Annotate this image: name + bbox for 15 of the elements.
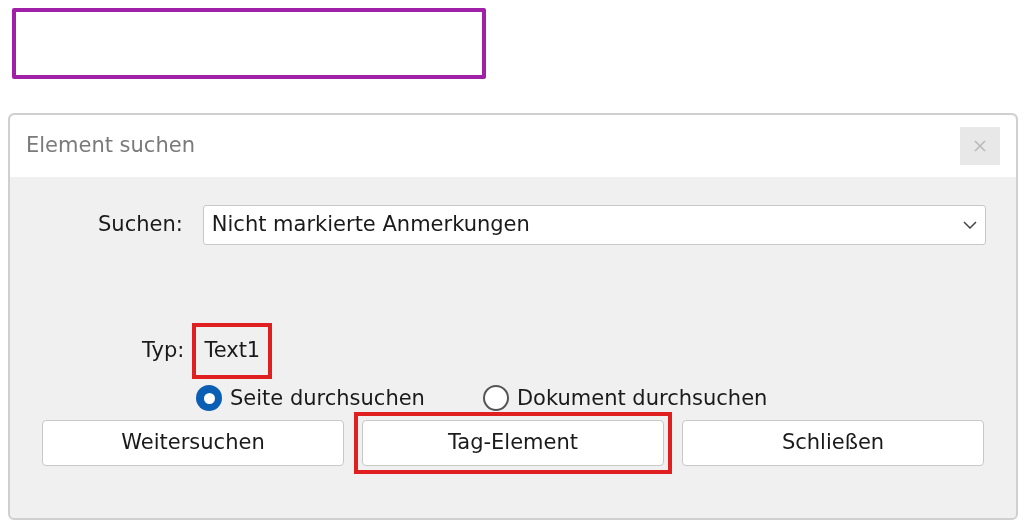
text-field[interactable]	[12, 8, 486, 79]
radio-option[interactable]: Dokument durchsuchen	[482, 382, 768, 414]
dialog-button[interactable]: Weitersuchen	[42, 420, 344, 466]
type-value: Text1	[192, 323, 273, 379]
type-label: Typ:	[142, 337, 185, 364]
dialog-button[interactable]: Schließen	[682, 420, 984, 466]
window-title: Element suchen	[26, 132, 195, 160]
radio-button[interactable]	[482, 385, 509, 412]
chevron-down-icon	[963, 221, 977, 229]
search-label: Suchen:	[98, 211, 183, 239]
radio-option[interactable]: Seite durchsuchen	[196, 382, 425, 414]
radio-button[interactable]	[196, 385, 222, 412]
dialog-button[interactable]: Tag-Element	[362, 420, 664, 466]
search-dropdown[interactable]: Nicht markierte Anmerkungen	[202, 205, 986, 245]
close-icon	[974, 140, 986, 152]
